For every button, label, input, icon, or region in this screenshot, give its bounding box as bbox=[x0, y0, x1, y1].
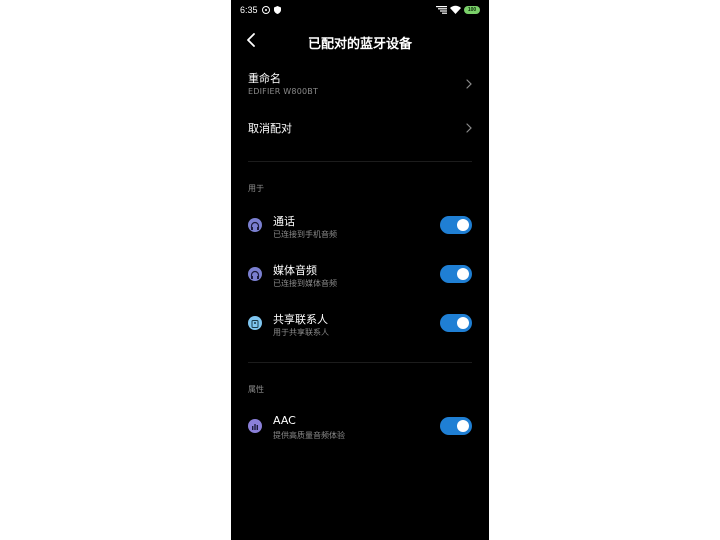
option-row-aac[interactable]: AAC 提供高质量音频体验 bbox=[231, 411, 489, 441]
unpair-row[interactable]: 取消配对 bbox=[231, 114, 489, 144]
shield-icon bbox=[274, 6, 281, 14]
option-subtitle: 已连接到媒体音频 bbox=[273, 279, 337, 288]
rename-label: 重命名 bbox=[248, 72, 281, 85]
option-subtitle: 提供高质量音频体验 bbox=[273, 431, 345, 440]
option-row-contacts[interactable]: 共享联系人 用于共享联系人 bbox=[231, 308, 489, 338]
notification-icon bbox=[262, 6, 270, 14]
toggle-knob bbox=[457, 317, 469, 329]
wifi-icon bbox=[450, 5, 461, 14]
device-name: EDIFIER W800BT bbox=[248, 87, 319, 96]
option-title: AAC bbox=[273, 414, 296, 427]
chevron-right-icon bbox=[466, 79, 472, 89]
option-title: 媒体音频 bbox=[273, 264, 317, 277]
toggle-knob bbox=[457, 268, 469, 280]
option-subtitle: 用于共享联系人 bbox=[273, 328, 329, 337]
section-header-use: 用于 bbox=[248, 184, 264, 193]
battery-icon: 100 bbox=[464, 6, 480, 14]
section-header-properties: 属性 bbox=[248, 385, 264, 394]
chevron-right-icon bbox=[466, 123, 472, 133]
headset-icon bbox=[248, 218, 262, 232]
toggle-switch-call[interactable] bbox=[440, 216, 472, 234]
contact-icon bbox=[248, 316, 262, 330]
option-row-media-audio[interactable]: 媒体音频 已连接到媒体音频 bbox=[231, 259, 489, 289]
unpair-label: 取消配对 bbox=[248, 122, 292, 135]
option-title: 通话 bbox=[273, 215, 295, 228]
divider bbox=[248, 161, 472, 162]
headphones-icon bbox=[248, 267, 262, 281]
page-title: 已配对的蓝牙设备 bbox=[307, 37, 412, 52]
audio-quality-icon bbox=[248, 419, 262, 433]
signal-icon bbox=[436, 6, 447, 14]
toggle-knob bbox=[457, 420, 469, 432]
toggle-switch-aac[interactable] bbox=[440, 417, 472, 435]
phone-screen: 6:35 100 已配对的蓝牙设备 重命名 EDIFIER W800BT 取消配… bbox=[231, 0, 489, 540]
option-subtitle: 已连接到手机音频 bbox=[273, 230, 337, 239]
rename-row[interactable]: 重命名 EDIFIER W800BT bbox=[231, 64, 489, 104]
status-bar: 6:35 100 bbox=[231, 0, 489, 20]
toggle-switch-media-audio[interactable] bbox=[440, 265, 472, 283]
toggle-switch-contacts[interactable] bbox=[440, 314, 472, 332]
option-title: 共享联系人 bbox=[273, 313, 328, 326]
toggle-knob bbox=[457, 219, 469, 231]
status-time: 6:35 bbox=[240, 5, 258, 15]
option-row-call[interactable]: 通话 已连接到手机音频 bbox=[231, 210, 489, 240]
divider bbox=[248, 362, 472, 363]
